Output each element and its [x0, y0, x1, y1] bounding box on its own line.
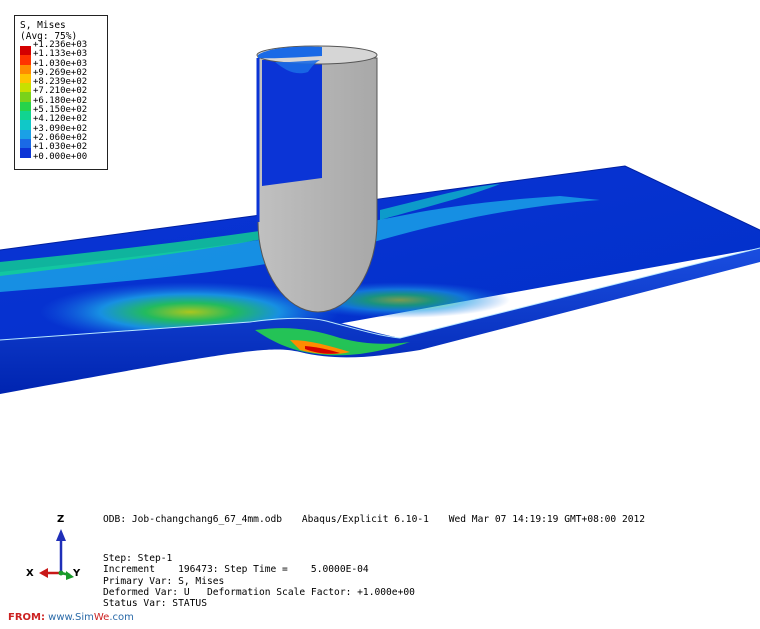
- watermark-site-a: www.Sim: [48, 612, 94, 623]
- axis-z-label: Z: [57, 514, 65, 525]
- legend-swatch: [20, 148, 31, 158]
- step-info: Step: Step-1 Increment 196473: Step Time…: [103, 553, 415, 609]
- plate: [0, 165, 760, 394]
- legend-swatch: [20, 73, 31, 84]
- watermark-site-b: We: [93, 612, 110, 623]
- legend-swatch: [20, 111, 31, 121]
- odb-file: ODB: Job-changchang6_67_4mm.odb: [103, 514, 283, 525]
- legend-swatch: [20, 83, 31, 93]
- watermark-label: FROM:: [8, 612, 45, 623]
- deformed-var: Deformed Var: U Deformation Scale Factor…: [103, 586, 415, 598]
- triad-arrows-icon: [39, 529, 74, 580]
- legend-value: +0.000e+00: [33, 151, 88, 162]
- legend-swatch: [20, 92, 31, 102]
- legend-swatch: [20, 64, 31, 74]
- timestamp: Wed Mar 07 14:19:19 GMT+08:00 2012: [448, 514, 646, 525]
- solver-version: Abaqus/Explicit 6.10-1: [301, 514, 429, 525]
- status-var: Status Var: STATUS: [103, 598, 207, 610]
- increment-info: Increment 196473: Step Time = 5.0000E-04: [103, 564, 369, 576]
- legend-swatches: [20, 46, 31, 158]
- watermark: FROM: www.SimWe.com: [8, 612, 134, 623]
- legend-swatch: [20, 120, 31, 130]
- contour-legend: S, Mises (Avg: 75%) +1.236e+03 +1.133e+03…: [14, 15, 108, 170]
- legend-swatch: [20, 46, 31, 56]
- model-viewport[interactable]: [0, 0, 760, 629]
- odb-info-line: ODB: Job-changchang6_67_4mm.odb Abaqus/E…: [103, 514, 659, 525]
- legend-swatch: [20, 129, 31, 139]
- legend-swatch: [20, 138, 31, 149]
- indenter-cut-face: [262, 56, 322, 186]
- axis-triad: Z X Y: [26, 514, 96, 585]
- legend-swatch: [20, 101, 31, 112]
- legend-swatch: [20, 55, 31, 65]
- indenter: [256, 45, 378, 313]
- step-name: Step: Step-1: [103, 553, 173, 564]
- watermark-site-c: .com: [109, 612, 134, 623]
- legend-header: S, Mises (Avg: 75%): [20, 20, 77, 42]
- legend-title: S, Mises: [20, 20, 66, 31]
- axis-x-label: X: [26, 568, 34, 579]
- primary-var: Primary Var: S, Mises: [103, 575, 225, 587]
- axis-y-label: Y: [73, 568, 81, 579]
- legend-values: +1.236e+03 +1.133e+03 +1.030e+03 +9.269e+02…: [33, 40, 88, 162]
